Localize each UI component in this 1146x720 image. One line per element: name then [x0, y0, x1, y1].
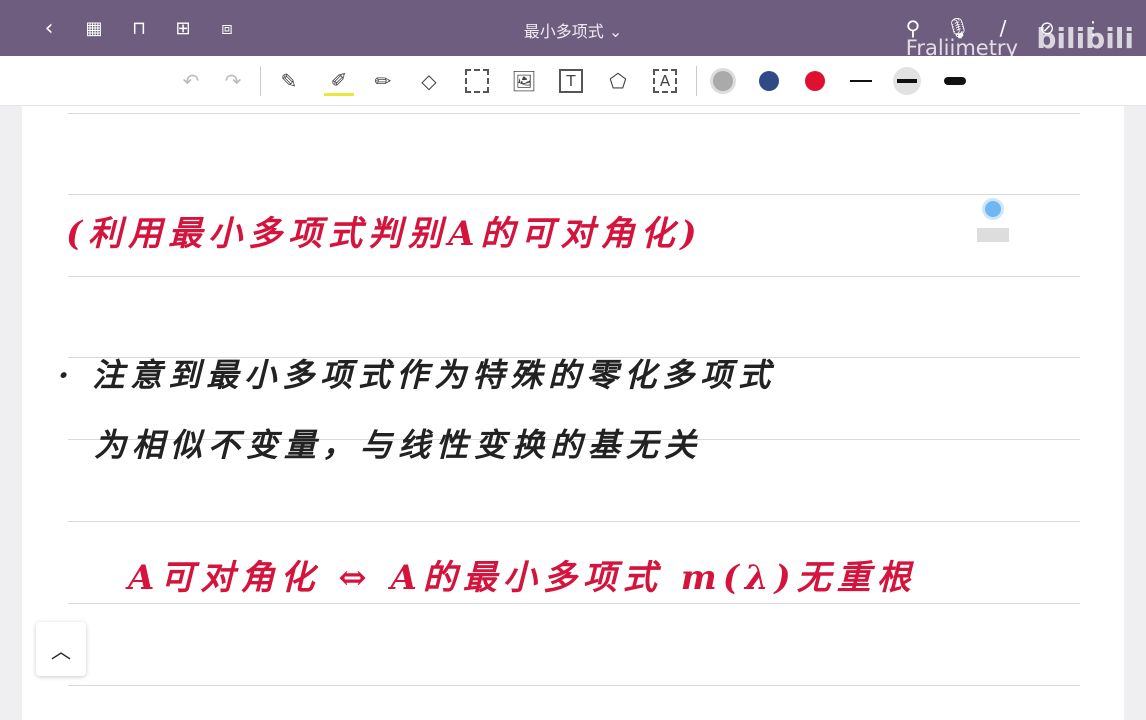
- divider: [260, 66, 261, 96]
- stroke-medium[interactable]: [893, 67, 921, 95]
- image-icon[interactable]: 🖼: [509, 66, 539, 96]
- marker-icon[interactable]: ✏: [368, 66, 398, 96]
- stroke-thin[interactable]: [850, 80, 872, 82]
- pen-icon[interactable]: ✎: [274, 66, 304, 96]
- ruled-line: [68, 603, 1080, 604]
- color-blue-swatch[interactable]: [759, 71, 779, 91]
- ruled-line: [68, 685, 1080, 686]
- text-recognize-icon[interactable]: A: [653, 69, 677, 93]
- shape-icon[interactable]: ⬠: [603, 66, 633, 96]
- bilibili-logo: bilibili: [1036, 22, 1134, 55]
- color-gray-swatch[interactable]: [713, 71, 733, 91]
- ruled-line: [68, 194, 1080, 195]
- note-page[interactable]: (利用最小多项式判别A的可对角化) · 注意到最小多项式作为特殊的零化多项式 为…: [22, 106, 1124, 720]
- text-icon[interactable]: T: [559, 69, 583, 93]
- page-indicator: [977, 228, 1009, 242]
- scroll-up-button[interactable]: ︿: [36, 622, 86, 676]
- handwritten-theorem: A可对角化 ⇔ A的最小多项式 m(λ)无重根: [128, 558, 917, 598]
- ruled-line: [68, 113, 1080, 114]
- ruled-line: [68, 276, 1080, 277]
- handwritten-heading: (利用最小多项式判别A的可对角化): [66, 214, 703, 254]
- tool-bar: ↶ ↷ ✎ ✐ ✏ ◇ 🖼 T ⬠ A: [0, 56, 1146, 106]
- ruled-line: [68, 521, 1080, 522]
- divider: [696, 66, 697, 96]
- top-bar: ‹ ▦ ⊓ ⊞ ⧈ 最小多项式 ⌄ ⚲ 🎙 / ⊘ ⋮ Fraliimetry …: [0, 0, 1146, 60]
- handwritten-note-line: · 注意到最小多项式作为特殊的零化多项式: [58, 356, 777, 394]
- handwritten-note-line: 为相似不变量，与线性变换的基无关: [94, 426, 703, 464]
- stroke-thick[interactable]: [944, 77, 966, 85]
- highlighter-icon[interactable]: ✐: [324, 66, 354, 96]
- undo-icon[interactable]: ↶: [176, 66, 206, 96]
- lasso-icon[interactable]: [465, 69, 489, 93]
- color-red-swatch[interactable]: [805, 71, 825, 91]
- scroll-handle[interactable]: [982, 198, 1004, 220]
- chevron-down-icon: ⌄: [608, 22, 623, 41]
- redo-icon[interactable]: ↷: [218, 66, 248, 96]
- title-text: 最小多项式: [523, 22, 604, 41]
- eraser-icon[interactable]: ◇: [414, 66, 444, 96]
- chevron-up-icon: ︿: [51, 638, 71, 663]
